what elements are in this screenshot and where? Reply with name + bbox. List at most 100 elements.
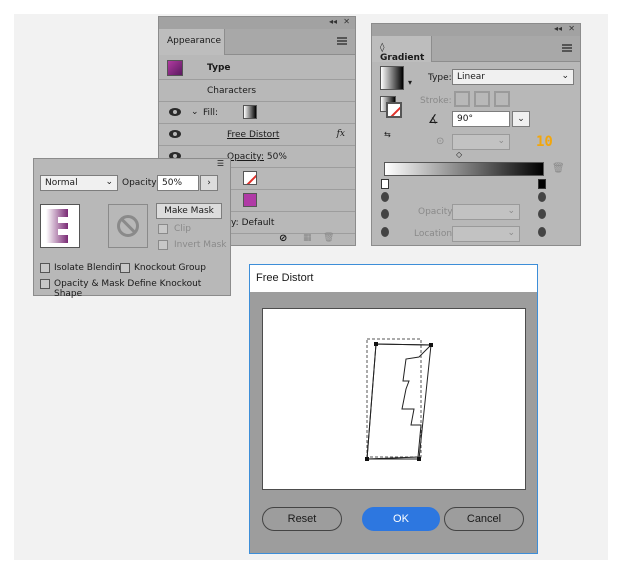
angle-value: 90° (457, 114, 473, 124)
stroke-label: Stroke: (420, 96, 452, 106)
free-distort-row[interactable]: Free Distort fx (159, 124, 355, 146)
knockout-group-label: Knockout Group (134, 263, 206, 273)
clip-checkbox[interactable] (158, 224, 168, 234)
opacity-label: Opacity: 50% (227, 152, 287, 162)
close-icon[interactable]: ✕ (343, 17, 350, 26)
fill-gradient-swatch[interactable] (243, 105, 257, 119)
stroke-none-swatch[interactable] (243, 171, 257, 185)
location-dropdown: ⌄ (452, 226, 520, 242)
type-label: Type: (428, 73, 452, 83)
blend-mode-dropdown[interactable]: Normal ⌄ (40, 175, 118, 191)
handle-bottom-left (365, 457, 369, 461)
characters-row[interactable]: Characters (159, 80, 355, 102)
aspect-ratio-input: ⌄ (452, 134, 510, 150)
transparency-panel: ☰ Normal ⌄ Opacity: 50% › Make Mask Clip… (33, 158, 231, 299)
fx-icon[interactable]: fx (337, 129, 345, 139)
isolate-blending-label: Isolate Blending (54, 263, 127, 273)
stroke-gradient-within-icon[interactable] (454, 91, 470, 107)
opacity-input[interactable]: 50% (157, 175, 199, 191)
panel-menu-icon[interactable]: ☰ (217, 159, 224, 168)
stroke-swatch[interactable] (386, 102, 402, 118)
opacity-input-value: 50% (162, 178, 183, 188)
tab-options-icon: ◊ (380, 43, 385, 53)
chevron-down-icon: ⌄ (497, 136, 505, 146)
angle-input[interactable]: 90° (452, 111, 510, 127)
duplicate-item-icon[interactable]: ▦ (303, 233, 312, 243)
stop-right[interactable] (538, 179, 546, 189)
chevron-down-icon[interactable]: ▾ (408, 78, 412, 87)
visibility-eye-icon[interactable] (169, 108, 181, 116)
expand-chevron-icon[interactable]: ⌄ (191, 107, 199, 117)
mask-placeholder[interactable] (108, 204, 148, 248)
dialog-body: Reset OK Cancel (250, 292, 537, 553)
type-row[interactable]: Type (159, 56, 355, 80)
no-mask-slash (119, 217, 137, 234)
opacity-stop-right-2[interactable] (538, 209, 546, 219)
opacity-link[interactable]: Opacity: (227, 152, 264, 162)
invert-mask-label: Invert Mask (174, 240, 227, 250)
delete-stop-icon[interactable]: 🗑 (552, 163, 565, 174)
cancel-button[interactable]: Cancel (444, 507, 524, 531)
stroke-gradient-across-icon[interactable] (494, 91, 510, 107)
angle-dropdown-button[interactable]: ⌄ (512, 111, 530, 127)
gradient-slider-bar[interactable] (384, 162, 544, 176)
opacity-arrow-button[interactable]: › (200, 175, 218, 191)
appearance-tab-row: Appearance (159, 29, 355, 55)
invert-mask-checkbox[interactable] (158, 240, 168, 250)
clip-label: Clip (174, 224, 191, 234)
panel-menu-icon[interactable] (562, 44, 572, 52)
step-number-badge: 10 (536, 134, 553, 150)
close-icon[interactable]: ✕ (568, 24, 575, 33)
opacity-mask-knockout-label: Opacity & Mask Define Knockout Shape (54, 279, 202, 299)
opacity-label: Opacity: (418, 207, 455, 217)
opacity-stop-left-3[interactable] (381, 227, 389, 237)
no-mask-icon (117, 215, 139, 237)
stroke-gradient-along-icon[interactable] (474, 91, 490, 107)
chevron-down-icon: ⌄ (105, 177, 113, 187)
handle-bottom-right (417, 457, 421, 461)
ok-button[interactable]: OK (362, 507, 440, 531)
handle-top-right (429, 343, 433, 347)
opacity-stop-left-2[interactable] (381, 209, 389, 219)
midpoint-diamond-icon[interactable]: ◇ (456, 150, 462, 159)
delete-item-icon[interactable]: 🗑 (323, 233, 334, 243)
location-label: Location: (414, 229, 456, 239)
stop-left[interactable] (381, 179, 389, 189)
opacity-stop-right[interactable] (538, 192, 546, 202)
opacity-value: 50% (266, 152, 287, 162)
chevron-down-icon: ⌄ (507, 206, 515, 216)
collapse-icon[interactable]: ◂◂ (329, 17, 337, 26)
tab-appearance[interactable]: Appearance (159, 29, 225, 55)
letter-e-notch-bottom (58, 229, 68, 235)
make-mask-button[interactable]: Make Mask (156, 203, 222, 219)
type-thumbnail (167, 60, 183, 76)
opacity-label: Opacity: (122, 178, 159, 188)
gradient-preview-swatch[interactable] (380, 66, 404, 90)
gradient-type-value: Linear (457, 72, 485, 82)
gradient-type-dropdown[interactable]: Linear ⌄ (452, 69, 574, 85)
opacity-stop-right-3[interactable] (538, 227, 546, 237)
tab-gradient[interactable]: ◊ Gradient (372, 36, 432, 63)
fill-color-swatch[interactable] (243, 193, 257, 207)
knockout-group-checkbox[interactable] (120, 263, 130, 273)
dialog-title: Free Distort (250, 265, 537, 292)
tab-gradient-label: Gradient (380, 53, 425, 63)
panel-menu-icon[interactable] (337, 37, 347, 45)
opacity-dropdown: ⌄ (452, 204, 520, 220)
handle-top-left (374, 342, 378, 346)
reverse-gradient-icon[interactable]: ⇆ (384, 130, 391, 139)
characters-label: Characters (207, 86, 257, 96)
collapse-icon[interactable]: ◂◂ (554, 24, 562, 33)
gradient-tab-row: ◊ Gradient (372, 36, 580, 63)
distort-preview-canvas (262, 308, 526, 490)
isolate-blending-checkbox[interactable] (40, 263, 50, 273)
fill-row[interactable]: ⌄ Fill: (159, 102, 355, 124)
reset-button[interactable]: Reset (262, 507, 342, 531)
free-distort-effect-link[interactable]: Free Distort (227, 130, 279, 140)
opacity-stop-left[interactable] (381, 192, 389, 202)
clear-appearance-icon[interactable]: ⊘ (279, 233, 287, 244)
opacity-mask-knockout-checkbox[interactable] (40, 279, 50, 289)
object-thumbnail[interactable] (40, 204, 80, 248)
visibility-eye-icon[interactable] (169, 130, 181, 138)
chevron-down-icon: ⌄ (507, 228, 515, 238)
